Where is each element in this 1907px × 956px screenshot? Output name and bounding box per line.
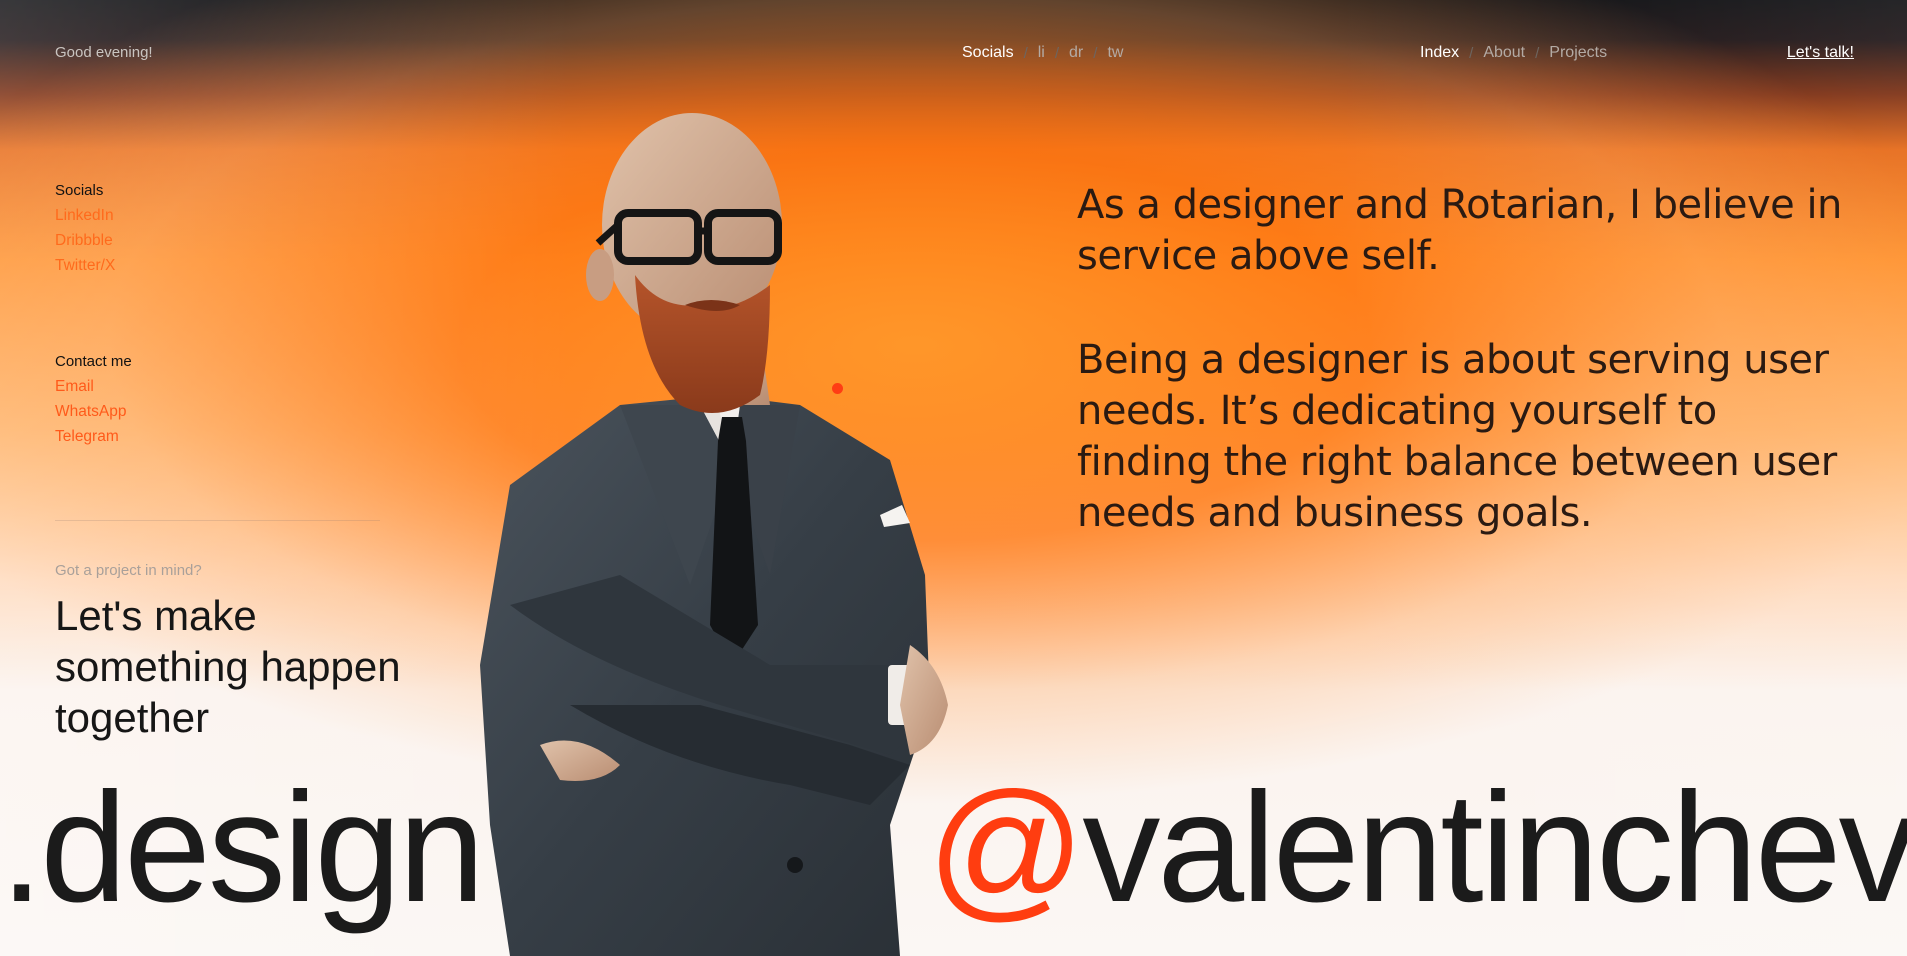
- socials-nav-linkedin[interactable]: li: [1038, 44, 1045, 62]
- nav-separator: /: [1469, 44, 1474, 62]
- accent-dot: [832, 383, 843, 394]
- brand-handle: valentinchev: [1082, 761, 1907, 935]
- sidebar-divider: [55, 520, 380, 521]
- linkedin-link[interactable]: LinkedIn: [55, 207, 115, 225]
- sidebar-contact-title: Contact me: [55, 353, 132, 370]
- whatsapp-link[interactable]: WhatsApp: [55, 403, 132, 421]
- telegram-link[interactable]: Telegram: [55, 428, 132, 446]
- nav-separator: /: [1023, 44, 1028, 62]
- socials-nav-label: Socials: [962, 44, 1014, 61]
- socials-nav-twitter[interactable]: tw: [1107, 44, 1123, 62]
- brand-text-right: @valentinchev: [927, 763, 1907, 933]
- nav-index[interactable]: Index: [1420, 44, 1459, 62]
- project-prompt: Got a project in mind?: [55, 562, 202, 579]
- sidebar-socials-title: Socials: [55, 182, 104, 199]
- main-nav: Index / About / Projects: [1420, 44, 1607, 62]
- nav-separator: /: [1054, 44, 1060, 62]
- nav-projects[interactable]: Projects: [1549, 44, 1607, 62]
- brand-text-left: .design: [0, 761, 485, 935]
- sidebar-contact: Contact me Email WhatsApp Telegram: [55, 353, 132, 453]
- statement-paragraph-1: As a designer and Rotarian, I believe in…: [1077, 182, 1842, 279]
- statement-paragraph-2: Being a designer is about serving user n…: [1077, 337, 1837, 536]
- nav-about[interactable]: About: [1483, 44, 1525, 62]
- sidebar-socials: Socials LinkedIn Dribbble Twitter/X: [55, 182, 115, 282]
- greeting-text: Good evening!: [55, 44, 153, 61]
- lets-talk-link[interactable]: Let's talk!: [1787, 44, 1854, 62]
- socials-nav-dribbble[interactable]: dr: [1069, 44, 1083, 62]
- twitter-link[interactable]: Twitter/X: [55, 257, 115, 275]
- top-navigation: Good evening! Socials / li / dr / tw Ind…: [0, 0, 1907, 105]
- nav-separator: /: [1535, 44, 1540, 62]
- socials-nav: Socials / li / dr / tw: [962, 44, 1123, 62]
- cta-headline: Let's make something happen together: [55, 592, 401, 741]
- nav-separator: /: [1093, 44, 1098, 62]
- dribbble-link[interactable]: Dribbble: [55, 232, 115, 250]
- brand-at-symbol: @: [927, 761, 1085, 935]
- email-link[interactable]: Email: [55, 378, 132, 396]
